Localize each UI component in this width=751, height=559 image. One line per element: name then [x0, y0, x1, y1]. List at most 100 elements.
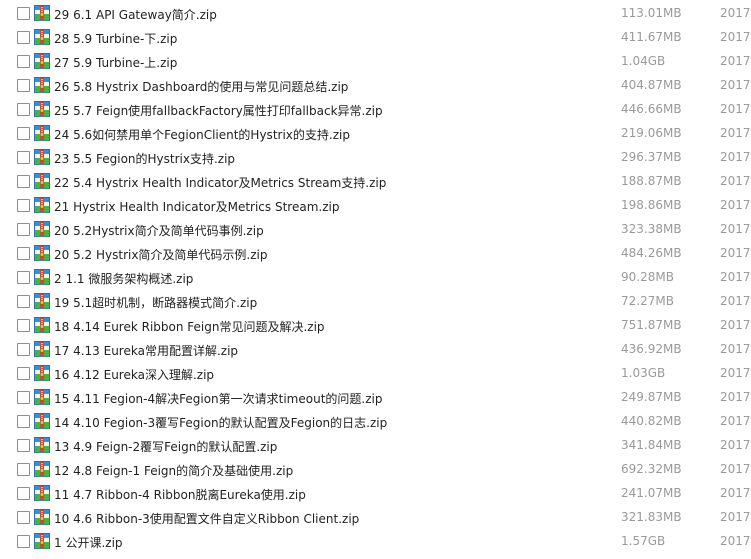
- file-size: 72.27MB: [621, 294, 674, 308]
- zip-archive-icon: [34, 221, 50, 237]
- file-list: 29 6.1 API Gateway简介.zip 113.01MB 2017- …: [0, 2, 751, 554]
- row-checkbox[interactable]: [17, 175, 30, 188]
- file-row[interactable]: 1 公开课.zip 1.57GB 2017-: [0, 530, 751, 554]
- file-name[interactable]: 22 5.4 Hystrix Health Indicator及Metrics …: [54, 174, 386, 191]
- file-row[interactable]: 29 6.1 API Gateway简介.zip 113.01MB 2017-: [0, 2, 751, 26]
- file-date: 2017-: [720, 150, 751, 164]
- file-row[interactable]: 26 5.8 Hystrix Dashboard的使用与常见问题总结.zip 4…: [0, 74, 751, 98]
- file-row[interactable]: 22 5.4 Hystrix Health Indicator及Metrics …: [0, 170, 751, 194]
- file-name[interactable]: 18 4.14 Eurek Ribbon Feign常见问题及解决.zip: [54, 318, 325, 335]
- file-row[interactable]: 20 5.2Hystrix简介及简单代码事例.zip 323.38MB 2017…: [0, 218, 751, 242]
- file-name[interactable]: 20 5.2Hystrix简介及简单代码事例.zip: [54, 222, 264, 239]
- file-date: 2017-: [720, 390, 751, 404]
- zip-archive-icon: [34, 413, 50, 429]
- file-name[interactable]: 27 5.9 Turbine-上.zip: [54, 54, 177, 71]
- file-size: 1.57GB: [621, 534, 666, 548]
- file-row[interactable]: 14 4.10 Fegion-3覆写Fegion的默认配置及Fegion的日志.…: [0, 410, 751, 434]
- file-size: 249.87MB: [621, 390, 682, 404]
- row-checkbox[interactable]: [17, 415, 30, 428]
- row-checkbox[interactable]: [17, 127, 30, 140]
- row-checkbox[interactable]: [17, 199, 30, 212]
- file-date: 2017-: [720, 222, 751, 236]
- row-checkbox[interactable]: [17, 103, 30, 116]
- row-checkbox[interactable]: [17, 55, 30, 68]
- row-checkbox[interactable]: [17, 31, 30, 44]
- file-name[interactable]: 10 4.6 Ribbon-3使用配置文件自定义Ribbon Client.zi…: [54, 510, 359, 527]
- row-checkbox[interactable]: [17, 343, 30, 356]
- row-checkbox[interactable]: [17, 295, 30, 308]
- file-row[interactable]: 10 4.6 Ribbon-3使用配置文件自定义Ribbon Client.zi…: [0, 506, 751, 530]
- zip-archive-icon: [34, 389, 50, 405]
- file-name[interactable]: 21 Hystrix Health Indicator及Metrics Stre…: [54, 198, 339, 215]
- file-name[interactable]: 25 5.7 Feign使用fallbackFactory属性打印fallbac…: [54, 102, 383, 119]
- file-size: 188.87MB: [621, 174, 682, 188]
- file-row[interactable]: 11 4.7 Ribbon-4 Ribbon脱离Eureka使用.zip 241…: [0, 482, 751, 506]
- file-name[interactable]: 16 4.12 Eureka深入理解.zip: [54, 366, 214, 383]
- file-row[interactable]: 23 5.5 Fegion的Hystrix支持.zip 296.37MB 201…: [0, 146, 751, 170]
- file-row[interactable]: 16 4.12 Eureka深入理解.zip 1.03GB 2017-: [0, 362, 751, 386]
- row-checkbox[interactable]: [17, 271, 30, 284]
- file-name[interactable]: 14 4.10 Fegion-3覆写Fegion的默认配置及Fegion的日志.…: [54, 414, 387, 431]
- file-name[interactable]: 11 4.7 Ribbon-4 Ribbon脱离Eureka使用.zip: [54, 486, 306, 503]
- file-name[interactable]: 13 4.9 Feign-2覆写Feign的默认配置.zip: [54, 438, 277, 455]
- file-name[interactable]: 23 5.5 Fegion的Hystrix支持.zip: [54, 150, 235, 167]
- file-size: 113.01MB: [621, 6, 682, 20]
- file-date: 2017-: [720, 270, 751, 284]
- file-name[interactable]: 12 4.8 Feign-1 Feign的简介及基础使用.zip: [54, 462, 293, 479]
- file-row[interactable]: 12 4.8 Feign-1 Feign的简介及基础使用.zip 692.32M…: [0, 458, 751, 482]
- row-checkbox[interactable]: [17, 151, 30, 164]
- file-size: 436.92MB: [621, 342, 682, 356]
- file-date: 2017-: [720, 486, 751, 500]
- row-checkbox[interactable]: [17, 535, 30, 548]
- row-checkbox[interactable]: [17, 319, 30, 332]
- row-checkbox[interactable]: [17, 511, 30, 524]
- file-row[interactable]: 28 5.9 Turbine-下.zip 411.67MB 2017-: [0, 26, 751, 50]
- zip-archive-icon: [34, 341, 50, 357]
- row-checkbox[interactable]: [17, 487, 30, 500]
- file-date: 2017-: [720, 414, 751, 428]
- file-name[interactable]: 1 公开课.zip: [54, 534, 123, 551]
- file-row[interactable]: 2 1.1 微服务架构概述.zip 90.28MB 2017-: [0, 266, 751, 290]
- row-checkbox[interactable]: [17, 7, 30, 20]
- file-name[interactable]: 19 5.1超时机制，断路器模式简介.zip: [54, 294, 257, 311]
- file-date: 2017-: [720, 510, 751, 524]
- file-row[interactable]: 20 5.2 Hystrix简介及简单代码示例.zip 484.26MB 201…: [0, 242, 751, 266]
- file-date: 2017-: [720, 126, 751, 140]
- file-row[interactable]: 24 5.6如何禁用单个FegionClient的Hystrix的支持.zip …: [0, 122, 751, 146]
- file-row[interactable]: 25 5.7 Feign使用fallbackFactory属性打印fallbac…: [0, 98, 751, 122]
- file-row[interactable]: 27 5.9 Turbine-上.zip 1.04GB 2017-: [0, 50, 751, 74]
- row-checkbox[interactable]: [17, 439, 30, 452]
- file-name[interactable]: 2 1.1 微服务架构概述.zip: [54, 270, 193, 287]
- file-name[interactable]: 20 5.2 Hystrix简介及简单代码示例.zip: [54, 246, 268, 263]
- file-row[interactable]: 17 4.13 Eureka常用配置详解.zip 436.92MB 2017-: [0, 338, 751, 362]
- row-checkbox[interactable]: [17, 463, 30, 476]
- file-date: 2017-: [720, 174, 751, 188]
- file-size: 219.06MB: [621, 126, 682, 140]
- row-checkbox[interactable]: [17, 367, 30, 380]
- file-row[interactable]: 15 4.11 Fegion-4解决Fegion第一次请求timeout的问题.…: [0, 386, 751, 410]
- file-size: 198.86MB: [621, 198, 682, 212]
- file-size: 751.87MB: [621, 318, 682, 332]
- file-name[interactable]: 15 4.11 Fegion-4解决Fegion第一次请求timeout的问题.…: [54, 390, 382, 407]
- file-row[interactable]: 21 Hystrix Health Indicator及Metrics Stre…: [0, 194, 751, 218]
- file-name[interactable]: 17 4.13 Eureka常用配置详解.zip: [54, 342, 238, 359]
- row-checkbox[interactable]: [17, 391, 30, 404]
- file-name[interactable]: 29 6.1 API Gateway简介.zip: [54, 6, 217, 23]
- file-date: 2017-: [720, 534, 751, 548]
- file-name[interactable]: 26 5.8 Hystrix Dashboard的使用与常见问题总结.zip: [54, 78, 348, 95]
- row-checkbox[interactable]: [17, 223, 30, 236]
- zip-archive-icon: [34, 365, 50, 381]
- file-name[interactable]: 28 5.9 Turbine-下.zip: [54, 30, 177, 47]
- file-row[interactable]: 18 4.14 Eurek Ribbon Feign常见问题及解决.zip 75…: [0, 314, 751, 338]
- row-checkbox[interactable]: [17, 79, 30, 92]
- file-row[interactable]: 13 4.9 Feign-2覆写Feign的默认配置.zip 341.84MB …: [0, 434, 751, 458]
- file-date: 2017-: [720, 102, 751, 116]
- zip-archive-icon: [34, 245, 50, 261]
- zip-archive-icon: [34, 317, 50, 333]
- file-row[interactable]: 19 5.1超时机制，断路器模式简介.zip 72.27MB 2017-: [0, 290, 751, 314]
- file-name[interactable]: 24 5.6如何禁用单个FegionClient的Hystrix的支持.zip: [54, 126, 350, 143]
- file-date: 2017-: [720, 366, 751, 380]
- zip-archive-icon: [34, 461, 50, 477]
- row-checkbox[interactable]: [17, 247, 30, 260]
- zip-archive-icon: [34, 533, 50, 549]
